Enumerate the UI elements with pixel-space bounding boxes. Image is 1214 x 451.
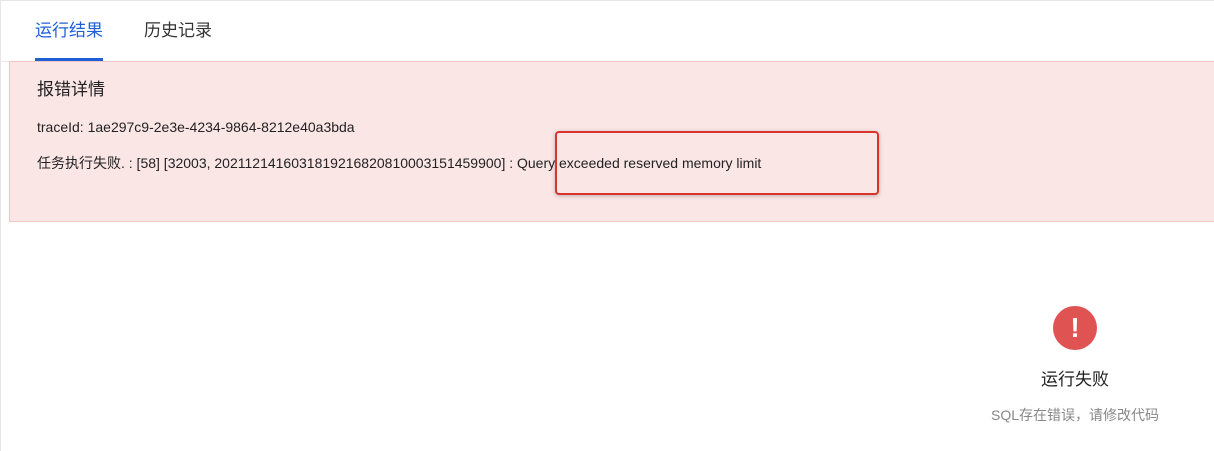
error-details-title: 报错详情 <box>37 80 105 99</box>
error-highlight-annotation <box>555 131 879 195</box>
tab-run-result[interactable]: 运行结果 <box>35 19 103 43</box>
result-panel: 运行结果 历史记录 报错详情 traceId: 1ae297c9-2e3e-42… <box>0 0 1214 451</box>
result-tabs: 运行结果 历史记录 <box>1 1 1214 62</box>
exclamation-circle-icon: ! <box>1053 306 1097 350</box>
status-subtitle: SQL存在错误，请修改代码 <box>990 407 1159 423</box>
error-details-panel: 报错详情 traceId: 1ae297c9-2e3e-4234-9864-82… <box>9 61 1214 222</box>
trace-id-text[interactable]: traceId: 1ae297c9-2e3e-4234-9864-8212e40… <box>37 118 355 136</box>
tab-history[interactable]: 历史记录 <box>144 19 212 43</box>
status-title: 运行失败 <box>1041 370 1109 389</box>
